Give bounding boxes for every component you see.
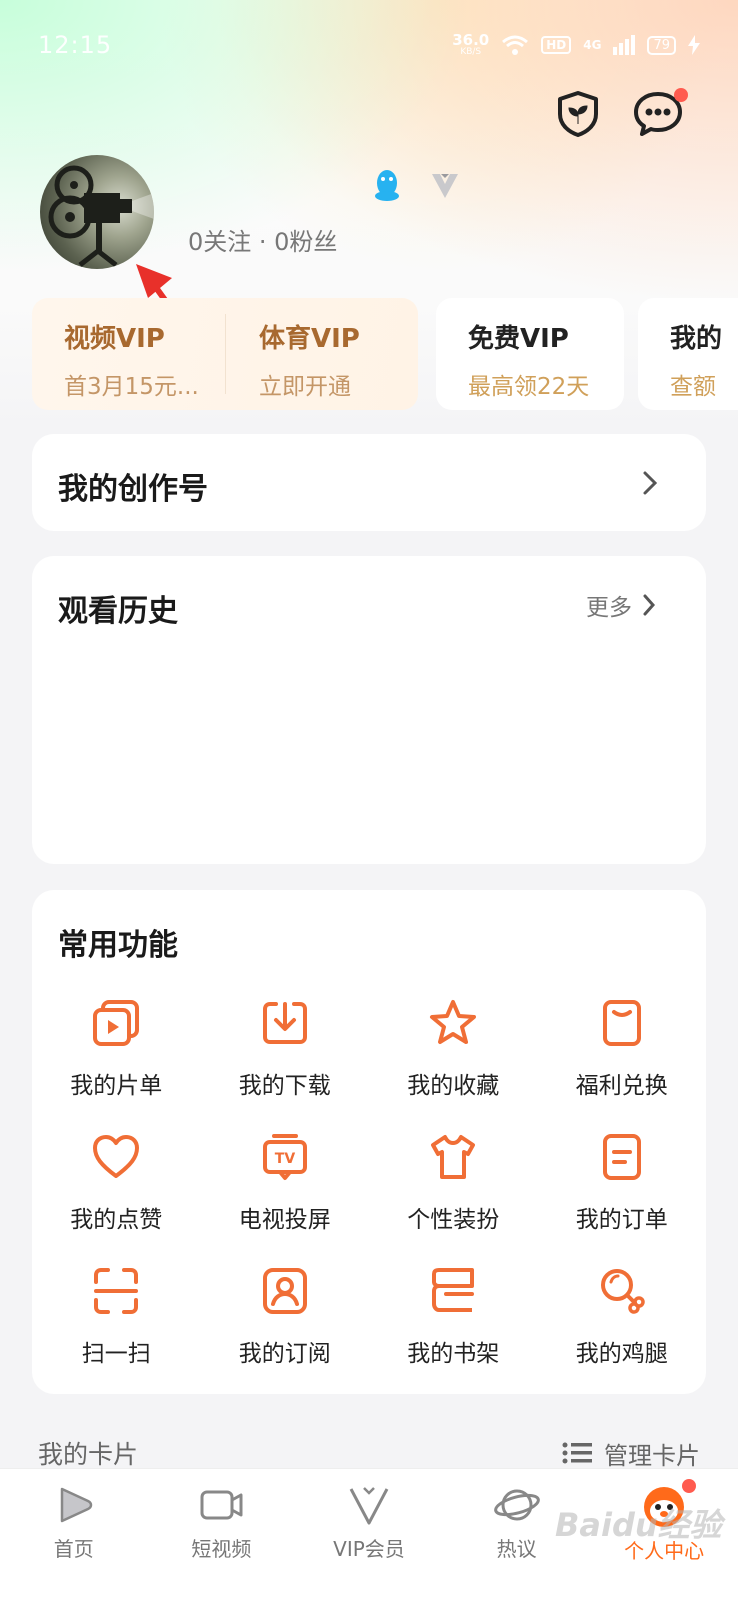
scan-icon xyxy=(94,1268,139,1314)
watch-history-card: 观看历史 更多 xyxy=(32,556,706,864)
function-label: 电视投屏 xyxy=(238,1207,331,1233)
function-label: 我的订阅 xyxy=(238,1341,331,1367)
status-bar: 12:15 36.0 KB/S HD 4G 79 xyxy=(0,0,738,90)
function-item-rewards[interactable]: 福利兑换 xyxy=(538,998,707,1132)
watermark-text: Baidu经验 xyxy=(555,1506,722,1544)
home-play-icon xyxy=(60,1487,93,1523)
functions-grid: 我的片单 我的下载 我的收藏 福利兑换 我的点赞 TV 电视投屏 个性装扮 我的… xyxy=(32,998,706,1400)
vip-card-subtitle: 查额 xyxy=(670,374,716,400)
network-speed-unit: KB/S xyxy=(460,47,482,57)
nav-label: 热议 xyxy=(496,1537,537,1561)
follow-fans-stats[interactable]: 0关注 · 0粉丝 xyxy=(188,222,337,257)
gift-card-icon xyxy=(602,1000,641,1046)
vip-card-title: 体育VIP xyxy=(259,324,360,354)
chevron-right-icon xyxy=(643,594,656,616)
svg-text:TV: TV xyxy=(275,1151,296,1167)
planet-icon xyxy=(493,1489,540,1521)
functions-title: 常用功能 xyxy=(58,928,178,963)
battery-level: 79 xyxy=(647,35,676,55)
avatar[interactable] xyxy=(40,155,154,269)
message-notification-dot xyxy=(674,88,688,102)
signal-label: 4G xyxy=(583,38,602,52)
vip-card-free[interactable]: 免费VIP 最高领22天 xyxy=(436,298,624,410)
function-item-orders[interactable]: 我的订单 xyxy=(538,1132,707,1266)
history-more-label: 更多 xyxy=(586,595,632,621)
function-item-download[interactable]: 我的下载 xyxy=(201,998,370,1132)
function-item-favorites[interactable]: 我的收藏 xyxy=(369,998,538,1132)
message-icon[interactable] xyxy=(630,88,688,140)
function-label: 个性装扮 xyxy=(407,1207,500,1233)
vip-card-subtitle: 立即开通 xyxy=(259,374,351,400)
signal-icon xyxy=(613,35,636,55)
function-item-subscriptions[interactable]: 我的订阅 xyxy=(201,1266,370,1400)
function-item-likes[interactable]: 我的点赞 xyxy=(32,1132,201,1266)
nav-label: 短视频 xyxy=(191,1537,252,1561)
function-label: 我的订单 xyxy=(575,1207,668,1233)
function-label: 我的片单 xyxy=(70,1073,163,1099)
vip-card-subtitle: 最高领22天 xyxy=(468,374,590,400)
function-label: 我的点赞 xyxy=(70,1207,163,1233)
qq-penguin-icon xyxy=(375,170,399,201)
vip-card-title: 免费VIP xyxy=(468,324,569,354)
network-speed: 36.0 KB/S xyxy=(452,33,489,57)
function-item-scan[interactable]: 扫一扫 xyxy=(32,1266,201,1400)
short-video-icon xyxy=(200,1490,243,1520)
playlist-icon xyxy=(93,1000,140,1046)
history-title: 观看历史 xyxy=(58,594,178,629)
common-functions-card: 常用功能 我的片单 我的下载 我的收藏 福利兑换 我的点赞 TV 电视投屏 个性… xyxy=(32,890,706,1394)
status-indicators: 36.0 KB/S HD 4G 79 xyxy=(452,33,700,57)
function-item-bookshelf[interactable]: 我的书架 xyxy=(369,1266,538,1400)
tv-cast-icon: TV xyxy=(262,1134,307,1180)
subscribe-icon xyxy=(262,1268,307,1314)
function-label: 我的书架 xyxy=(407,1341,500,1367)
manage-cards-label: 管理卡片 xyxy=(604,1441,700,1470)
film-projector-image xyxy=(48,165,154,267)
creator-card[interactable]: 我的创作号 xyxy=(32,434,706,531)
chevron-right-icon xyxy=(643,471,658,495)
hd-badge: HD xyxy=(541,36,572,54)
vip-card-mine[interactable]: 我的 查额 xyxy=(638,298,738,410)
function-label: 我的下载 xyxy=(238,1073,331,1099)
order-icon xyxy=(602,1134,641,1180)
function-label: 福利兑换 xyxy=(575,1073,668,1099)
heart-icon xyxy=(93,1135,140,1178)
function-item-drumstick[interactable]: 我的鸡腿 xyxy=(538,1266,707,1400)
my-cards-title: 我的卡片 xyxy=(38,1440,139,1469)
network-speed-value: 36.0 xyxy=(452,31,490,49)
drumstick-icon xyxy=(600,1269,645,1314)
charging-icon xyxy=(688,35,700,55)
creator-title: 我的创作号 xyxy=(58,472,208,507)
nav-label: VIP会员 xyxy=(333,1537,405,1561)
nav-item-short-video[interactable]: 短视频 xyxy=(148,1469,296,1600)
manage-cards-button[interactable]: 管理卡片 xyxy=(562,1436,700,1471)
function-item-dress-up[interactable]: 个性装扮 xyxy=(369,1132,538,1266)
function-label: 我的收藏 xyxy=(407,1073,500,1099)
function-item-tv-cast[interactable]: TV 电视投屏 xyxy=(201,1132,370,1266)
vip-level-icon xyxy=(432,174,458,198)
nav-item-vip[interactable]: VIP会员 xyxy=(295,1469,443,1600)
bookshelf-icon xyxy=(432,1268,475,1312)
wifi-icon xyxy=(502,35,529,55)
list-icon xyxy=(562,1442,592,1464)
history-more-link[interactable]: 更多 xyxy=(586,588,656,622)
shield-icon[interactable] xyxy=(552,88,604,140)
status-time: 12:15 xyxy=(38,31,113,59)
function-label: 扫一扫 xyxy=(81,1341,151,1367)
vip-v-icon xyxy=(349,1487,389,1525)
function-label: 我的鸡腿 xyxy=(575,1341,668,1367)
download-icon xyxy=(262,1002,307,1044)
vip-card-sports[interactable]: 体育VIP 立即开通 xyxy=(225,298,418,410)
profile-notification-dot xyxy=(682,1479,697,1493)
my-cards-header: 我的卡片 管理卡片 xyxy=(38,1435,700,1471)
function-item-playlist[interactable]: 我的片单 xyxy=(32,998,201,1132)
vip-card-strip: 视频VIP 首3月15元... 体育VIP 立即开通 免费VIP 最高领22天 … xyxy=(32,298,738,410)
nav-label: 首页 xyxy=(53,1537,94,1561)
nav-item-home[interactable]: 首页 xyxy=(0,1469,148,1600)
vip-card-title: 我的 xyxy=(670,324,723,354)
star-icon xyxy=(430,1000,477,1044)
tshirt-icon xyxy=(431,1135,476,1179)
